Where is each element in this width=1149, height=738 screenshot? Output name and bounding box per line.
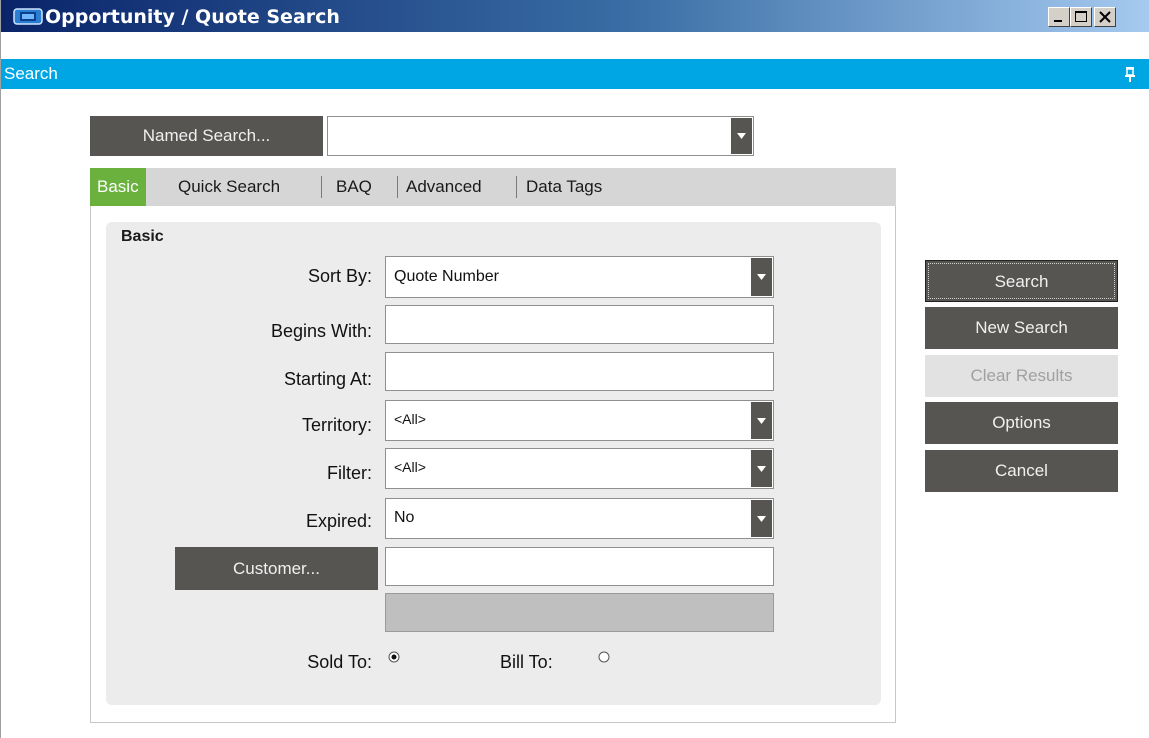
minimize-icon[interactable]	[1048, 7, 1070, 27]
close-icon[interactable]	[1094, 7, 1116, 27]
tab-strip: Basic Quick Search BAQ Advanced Data Tag…	[90, 168, 896, 206]
customer-button[interactable]: Customer...	[175, 547, 378, 590]
expired-value: No	[394, 509, 415, 526]
tab-separator	[516, 176, 517, 198]
territory-value: <All>	[394, 411, 426, 427]
cancel-button[interactable]: Cancel	[925, 450, 1118, 492]
expired-label: Expired:	[305, 511, 372, 531]
title-bar[interactable]: Opportunity / Quote Search	[1, 0, 1149, 32]
filter-value: <All>	[394, 459, 426, 475]
named-search-dropdown[interactable]	[327, 116, 754, 156]
basic-group-title: Basic	[121, 228, 164, 245]
chevron-down-icon[interactable]	[751, 258, 772, 296]
search-button[interactable]: Search	[925, 260, 1118, 302]
search-window: Opportunity / Quote Search Search Named …	[0, 0, 1149, 738]
starting-at-label: Starting At:	[283, 369, 372, 389]
tab-advanced[interactable]: Advanced	[406, 168, 482, 206]
tab-data-tags[interactable]: Data Tags	[526, 168, 602, 206]
bill-to-radio[interactable]	[598, 651, 610, 663]
sort-by-value: Quote Number	[394, 268, 499, 285]
pin-icon[interactable]	[1124, 66, 1136, 82]
sort-by-label: Sort By:	[307, 266, 372, 286]
begins-with-input[interactable]	[385, 305, 774, 344]
sold-to-label: Sold To:	[307, 652, 372, 672]
search-panel-header: Search	[1, 59, 1149, 89]
starting-at-input[interactable]	[385, 352, 774, 391]
filter-dropdown[interactable]: <All>	[385, 448, 774, 489]
clear-results-button[interactable]: Clear Results	[925, 355, 1118, 397]
sort-by-dropdown[interactable]: Quote Number	[385, 256, 774, 298]
bill-to-label: Bill To:	[500, 652, 553, 672]
tab-quick-search[interactable]: Quick Search	[178, 168, 280, 206]
chevron-down-icon[interactable]	[751, 450, 772, 487]
tab-separator	[321, 176, 322, 198]
chevron-down-icon[interactable]	[751, 402, 772, 439]
chevron-down-icon[interactable]	[731, 118, 752, 154]
customer-id-input[interactable]	[385, 547, 774, 586]
options-button[interactable]: Options	[925, 402, 1118, 444]
territory-dropdown[interactable]: <All>	[385, 400, 774, 441]
new-search-button[interactable]: New Search	[925, 307, 1118, 349]
maximize-icon[interactable]	[1070, 7, 1092, 27]
search-panel-label: Search	[4, 64, 58, 83]
window-title: Opportunity / Quote Search	[45, 6, 340, 28]
app-icon	[13, 8, 43, 25]
tab-separator	[397, 176, 398, 198]
tab-basic[interactable]: Basic	[90, 168, 146, 206]
customer-name-field	[385, 593, 774, 632]
sold-to-radio[interactable]	[388, 651, 400, 663]
chevron-down-icon[interactable]	[751, 500, 772, 537]
begins-with-label: Begins With:	[270, 321, 372, 341]
tab-baq[interactable]: BAQ	[336, 168, 372, 206]
filter-label: Filter:	[327, 463, 372, 483]
expired-dropdown[interactable]: No	[385, 498, 774, 539]
territory-label: Territory:	[301, 415, 372, 435]
named-search-button[interactable]: Named Search...	[90, 116, 323, 156]
